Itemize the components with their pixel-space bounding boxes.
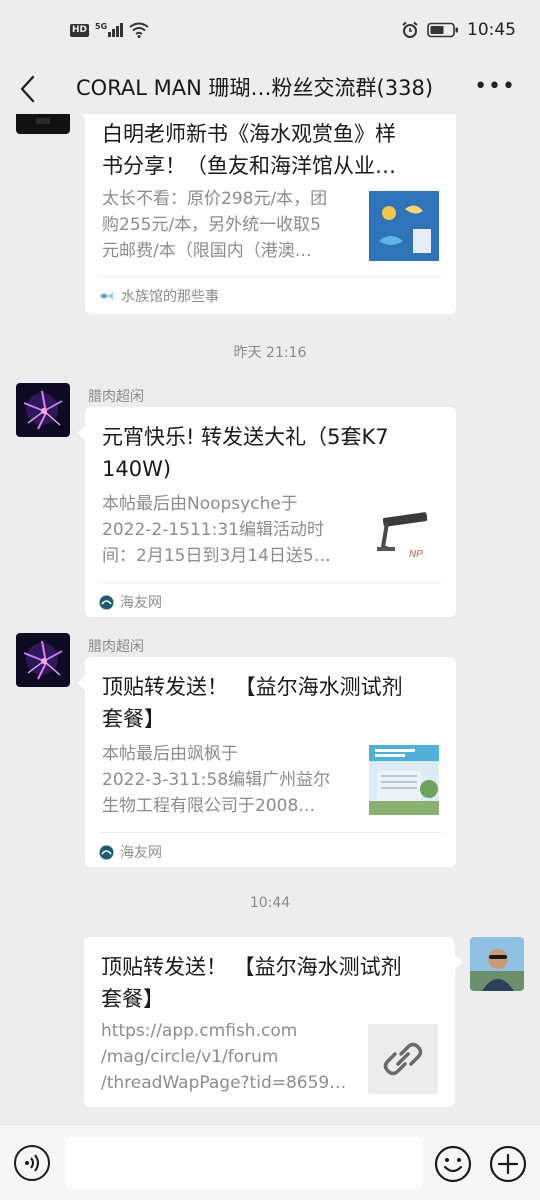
message-input[interactable] (66, 1137, 422, 1189)
haiyou-logo-icon (99, 595, 114, 609)
voice-input-icon[interactable] (14, 1145, 50, 1181)
book-cover-icon (369, 191, 439, 261)
card-title-line: 白明老师新书《海水观赏鱼》样 (102, 122, 396, 146)
timestamp: 10:44 (249, 895, 291, 911)
signal-icon: 5G (95, 22, 124, 37)
link-card[interactable]: 白明老师新书《海水观赏鱼》样 书分享！（鱼友和海洋馆从业… 太长不看：原价298… (85, 114, 456, 314)
card-title: 元宵快乐! 转发送大礼（5套K7 140W) (102, 421, 438, 485)
card-description: 太长不看：原价298元/本，团 购255元/本，另外统一收取5 元邮费/本（限国… (102, 186, 352, 264)
aquarium-logo-icon (100, 292, 113, 300)
card-title-line: 套餐】 (101, 987, 164, 1011)
led-lamp-icon: NP (369, 499, 439, 569)
battery-icon (427, 22, 458, 38)
card-source: 海友网 (99, 592, 162, 612)
avatar[interactable] (16, 114, 70, 134)
card-desc-line: https://app.cmfish.com (101, 1021, 298, 1041)
link-card[interactable]: 顶贴转发送！ 【益尔海水测试剂 套餐】 本帖最后由飒枫于 2022-3-311:… (85, 657, 456, 867)
my-avatar[interactable] (470, 937, 524, 991)
status-right: 10:45 (401, 20, 516, 40)
card-title-line: 套餐】 (102, 707, 165, 731)
card-title-line: 顶贴转发送！ 【益尔海水测试剂 (101, 955, 402, 979)
network-label: 5G (95, 22, 108, 31)
wifi-icon (129, 22, 149, 38)
card-source: 水族馆的那些事 (99, 286, 219, 306)
card-desc-line: 本帖最后由Noopsyche于 (102, 494, 298, 514)
link-card[interactable]: 顶贴转发送！ 【益尔海水测试剂 套餐】 https://app.cmfish.c… (84, 937, 455, 1107)
card-desc-line: 2022-3-311:58编辑广州益尔 (102, 770, 331, 790)
timestamp: 昨天 21:16 (233, 345, 307, 361)
card-source-label: 海友网 (120, 595, 162, 611)
link-icon (368, 1024, 438, 1094)
card-title-line: 140W) (102, 457, 172, 481)
card-desc-line: 太长不看：原价298元/本，团 (102, 189, 328, 209)
status-time: 10:45 (467, 20, 516, 40)
alarm-icon (402, 21, 418, 38)
card-desc-line: 本帖最后由飒枫于 (102, 744, 238, 764)
card-desc-line: 生物工程有限公司于2008… (102, 796, 316, 816)
card-title: 顶贴转发送！ 【益尔海水测试剂 套餐】 (101, 951, 437, 1015)
status-bar: HD 5G 10:45 (0, 0, 540, 64)
card-desc-line: 间：2月15日到3月14日送5… (102, 546, 331, 566)
card-desc-line: /mag/circle/v1/forum (101, 1047, 279, 1067)
card-description: 本帖最后由飒枫于 2022-3-311:58编辑广州益尔 生物工程有限公司于20… (102, 741, 352, 819)
card-source-label: 水族馆的那些事 (121, 289, 219, 305)
card-description: 本帖最后由Noopsyche于 2022-2-1511:31编辑活动时 间：2月… (102, 491, 352, 569)
link-card[interactable]: 元宵快乐! 转发送大礼（5套K7 140W) 本帖最后由Noopsyche于 2… (85, 407, 456, 617)
chat-history[interactable]: 白明老师新书《海水观赏鱼》样 书分享！（鱼友和海洋馆从业… 太长不看：原价298… (0, 114, 540, 1124)
avatar[interactable] (16, 383, 70, 437)
card-desc-line: 元邮费/本（限国内（港澳… (102, 241, 312, 261)
card-title-line: 书分享！（鱼友和海洋馆从业… (102, 154, 396, 178)
plus-icon[interactable] (489, 1145, 527, 1183)
svg-text:NP: NP (409, 549, 423, 560)
more-options-icon[interactable]: ••• (474, 74, 516, 99)
card-source: 海友网 (99, 842, 162, 862)
sender-name: 腊肉超闲 (88, 639, 144, 655)
avatar[interactable] (16, 633, 70, 687)
card-title: 白明老师新书《海水观赏鱼》样 书分享！（鱼友和海洋馆从业… (102, 118, 438, 182)
card-desc-line: /threadWapPage?tid=8659… (101, 1073, 347, 1093)
input-bar (0, 1124, 540, 1200)
hd-badge: HD (70, 23, 90, 37)
card-source-label: 海友网 (120, 845, 162, 861)
sender-name: 腊肉超闲 (88, 389, 144, 405)
card-description: https://app.cmfish.com /mag/circle/v1/fo… (101, 1018, 351, 1096)
card-desc-line: 2022-2-1511:31编辑活动时 (102, 520, 324, 540)
back-arrow-icon[interactable] (14, 72, 44, 106)
card-title-line: 元宵快乐! 转发送大礼（5套K7 (102, 425, 389, 449)
haiyou-logo-icon (99, 845, 114, 859)
card-desc-line: 购255元/本，另外统一收取5 (102, 215, 321, 235)
chat-title: CORAL MAN 珊瑚…粉丝交流群(338) (76, 76, 434, 100)
card-title-line: 顶贴转发送！ 【益尔海水测试剂 (102, 675, 403, 699)
status-left: HD 5G (70, 22, 149, 38)
building-photo-icon (369, 745, 439, 815)
card-title: 顶贴转发送！ 【益尔海水测试剂 套餐】 (102, 671, 438, 735)
chat-header: CORAL MAN 珊瑚…粉丝交流群(338) ••• (0, 64, 540, 114)
emoji-icon[interactable] (434, 1145, 472, 1183)
